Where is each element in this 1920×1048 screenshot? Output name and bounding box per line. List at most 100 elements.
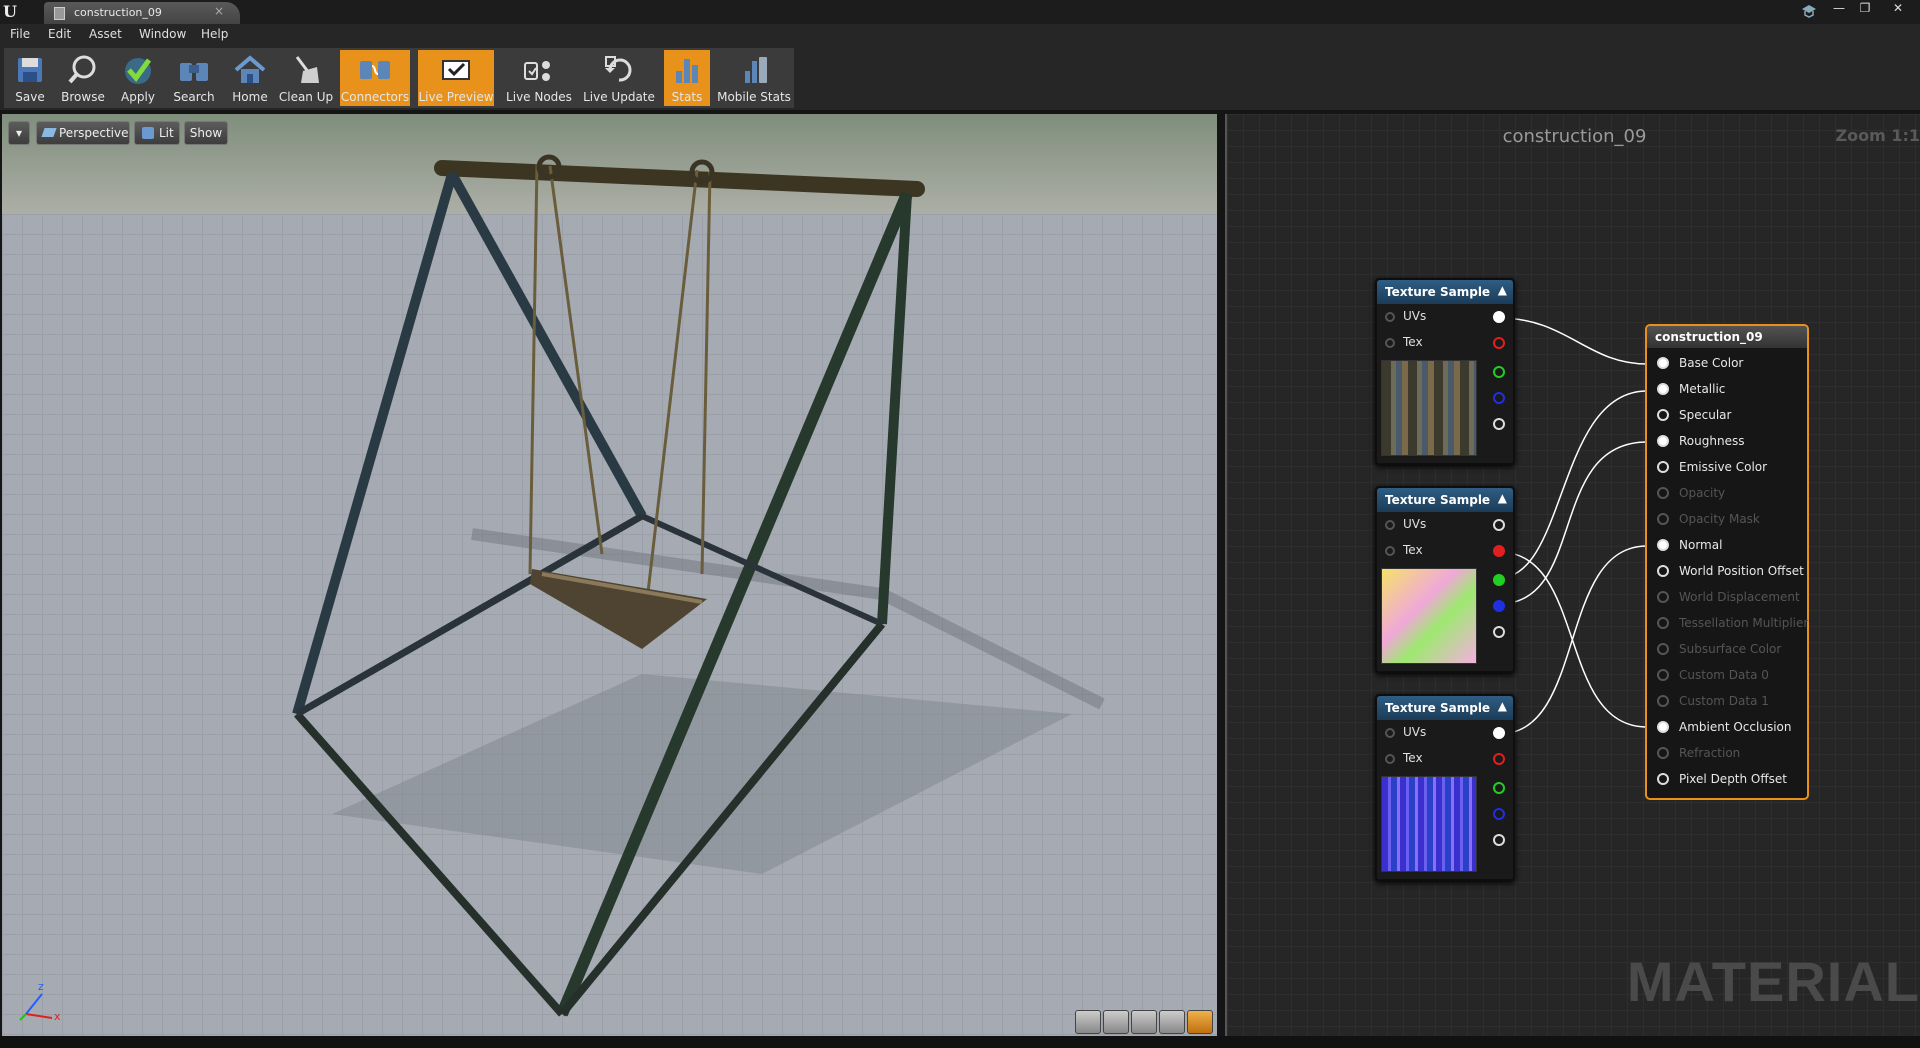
uvs-pin-row[interactable]: UVs bbox=[1377, 512, 1513, 538]
mobile-stats-icon bbox=[745, 57, 767, 83]
tex-pin-row[interactable]: Tex bbox=[1377, 746, 1513, 772]
show-button[interactable]: Show bbox=[184, 121, 228, 145]
material-input-pin[interactable] bbox=[1657, 357, 1669, 369]
collapse-arrow-icon[interactable]: ▲ bbox=[1498, 283, 1507, 297]
material-input-pin bbox=[1657, 591, 1669, 603]
texture-preview-diffuse bbox=[1381, 360, 1477, 456]
search-button[interactable]: Search bbox=[168, 50, 220, 106]
texture-sample-node-2[interactable]: Texture Sample ▲ UVs Tex bbox=[1375, 486, 1515, 673]
tex-pin-row[interactable]: Tex bbox=[1377, 538, 1513, 564]
material-input-label: Opacity bbox=[1679, 486, 1726, 500]
browse-button[interactable]: Browse bbox=[56, 50, 110, 106]
red-output-pin[interactable] bbox=[1493, 545, 1505, 557]
clean-up-button[interactable]: Clean Up bbox=[278, 50, 334, 106]
home-button[interactable]: Home bbox=[226, 50, 274, 106]
blue-output-pin[interactable] bbox=[1493, 808, 1505, 820]
preview-viewport[interactable]: ▾ Perspective Lit Show z x bbox=[2, 114, 1217, 1036]
material-input-pin bbox=[1657, 695, 1669, 707]
material-input-pin[interactable] bbox=[1657, 435, 1669, 447]
menu-bar: File Edit Asset Window Help bbox=[0, 24, 1920, 46]
search-label: Search bbox=[173, 90, 215, 104]
maximize-button[interactable]: ❐ bbox=[1852, 0, 1878, 16]
preview-cube-button[interactable] bbox=[1159, 1010, 1185, 1034]
perspective-button[interactable]: Perspective bbox=[36, 121, 130, 145]
mobile-stats-button[interactable]: Mobile Stats bbox=[714, 50, 794, 106]
green-output-pin[interactable] bbox=[1493, 574, 1505, 586]
blue-output-pin[interactable] bbox=[1493, 392, 1505, 404]
uvs-pin-row[interactable]: UVs bbox=[1377, 304, 1513, 330]
tex-pin-row[interactable]: Tex bbox=[1377, 330, 1513, 356]
material-input-label: Subsurface Color bbox=[1679, 642, 1782, 656]
preview-plane-button[interactable] bbox=[1131, 1010, 1157, 1034]
material-input-pin[interactable] bbox=[1657, 539, 1669, 551]
show-label: Show bbox=[189, 126, 223, 140]
axis-x-label: x bbox=[54, 1010, 61, 1023]
apply-button[interactable]: Apply bbox=[114, 50, 162, 106]
home-icon bbox=[234, 55, 266, 83]
material-input-pin bbox=[1657, 669, 1669, 681]
red-output-pin[interactable] bbox=[1493, 753, 1505, 765]
document-tab[interactable]: construction_09 × bbox=[44, 2, 240, 24]
blue-output-pin[interactable] bbox=[1493, 600, 1505, 612]
collapse-arrow-icon[interactable]: ▲ bbox=[1498, 699, 1507, 713]
rgb-output-pin[interactable] bbox=[1493, 519, 1505, 531]
lit-button[interactable]: Lit bbox=[134, 121, 180, 145]
green-output-pin[interactable] bbox=[1493, 366, 1505, 378]
collapse-arrow-icon[interactable]: ▲ bbox=[1498, 491, 1507, 505]
material-input-pin[interactable] bbox=[1657, 461, 1669, 473]
clean-up-label: Clean Up bbox=[278, 90, 334, 104]
material-input-pin[interactable] bbox=[1657, 383, 1669, 395]
tex-label: Tex bbox=[1403, 335, 1423, 349]
menu-window[interactable]: Window bbox=[139, 27, 186, 41]
viewport-options-dropdown[interactable]: ▾ bbox=[8, 121, 30, 145]
preview-sphere-button[interactable] bbox=[1103, 1010, 1129, 1034]
notification-icon[interactable] bbox=[1800, 2, 1818, 20]
save-label: Save bbox=[15, 90, 45, 104]
rgb-output-pin[interactable] bbox=[1493, 727, 1505, 739]
material-input-pin bbox=[1657, 617, 1669, 629]
material-input-pin[interactable] bbox=[1657, 409, 1669, 421]
preview-cylinder-button[interactable] bbox=[1075, 1010, 1101, 1034]
alpha-output-pin[interactable] bbox=[1493, 626, 1505, 638]
minimize-button[interactable]: — bbox=[1826, 0, 1852, 16]
red-output-pin[interactable] bbox=[1493, 337, 1505, 349]
material-input-pin[interactable] bbox=[1657, 773, 1669, 785]
texture-sample-node-1[interactable]: Texture Sample ▲ UVs Tex bbox=[1375, 278, 1515, 465]
live-update-button[interactable]: Live Update bbox=[580, 50, 658, 106]
rgb-output-pin[interactable] bbox=[1493, 311, 1505, 323]
live-preview-button[interactable]: Live Preview bbox=[418, 50, 494, 106]
menu-asset[interactable]: Asset bbox=[89, 27, 122, 41]
menu-file[interactable]: File bbox=[10, 27, 30, 41]
tex-input-pin[interactable] bbox=[1385, 338, 1395, 348]
lit-mode-icon bbox=[142, 127, 154, 139]
live-nodes-button[interactable]: Live Nodes bbox=[500, 50, 578, 106]
connectors-button[interactable]: Connectors bbox=[340, 50, 410, 106]
material-input-label: Normal bbox=[1679, 538, 1723, 552]
preview-mesh-button[interactable] bbox=[1187, 1010, 1213, 1034]
alpha-output-pin[interactable] bbox=[1493, 418, 1505, 430]
close-tab-icon[interactable]: × bbox=[214, 4, 224, 18]
close-window-button[interactable]: ✕ bbox=[1880, 0, 1916, 16]
save-button[interactable]: Save bbox=[6, 50, 54, 106]
material-input-pin[interactable] bbox=[1657, 565, 1669, 577]
alpha-output-pin[interactable] bbox=[1493, 834, 1505, 846]
menu-edit[interactable]: Edit bbox=[48, 27, 71, 41]
uvs-pin-row[interactable]: UVs bbox=[1377, 720, 1513, 746]
uvs-input-pin[interactable] bbox=[1385, 520, 1395, 530]
material-input-pin[interactable] bbox=[1657, 721, 1669, 733]
material-input-label: Roughness bbox=[1679, 434, 1745, 448]
material-result-node[interactable]: construction_09 Base Color Metallic Specul… bbox=[1645, 324, 1809, 800]
title-bar: U construction_09 × — ❐ ✕ bbox=[0, 0, 1920, 24]
material-input-pin bbox=[1657, 487, 1669, 499]
menu-help[interactable]: Help bbox=[201, 27, 228, 41]
green-output-pin[interactable] bbox=[1493, 782, 1505, 794]
perspective-icon bbox=[41, 128, 57, 137]
uvs-input-pin[interactable] bbox=[1385, 728, 1395, 738]
stats-button[interactable]: Stats bbox=[664, 50, 710, 106]
tex-input-pin[interactable] bbox=[1385, 754, 1395, 764]
tex-input-pin[interactable] bbox=[1385, 546, 1395, 556]
material-graph[interactable]: construction_09 Zoom 1:1 MATERIAL Textur… bbox=[1225, 114, 1920, 1036]
live-nodes-label: Live Nodes bbox=[506, 90, 572, 104]
texture-sample-node-3[interactable]: Texture Sample ▲ UVs Tex bbox=[1375, 694, 1515, 881]
uvs-input-pin[interactable] bbox=[1385, 312, 1395, 322]
